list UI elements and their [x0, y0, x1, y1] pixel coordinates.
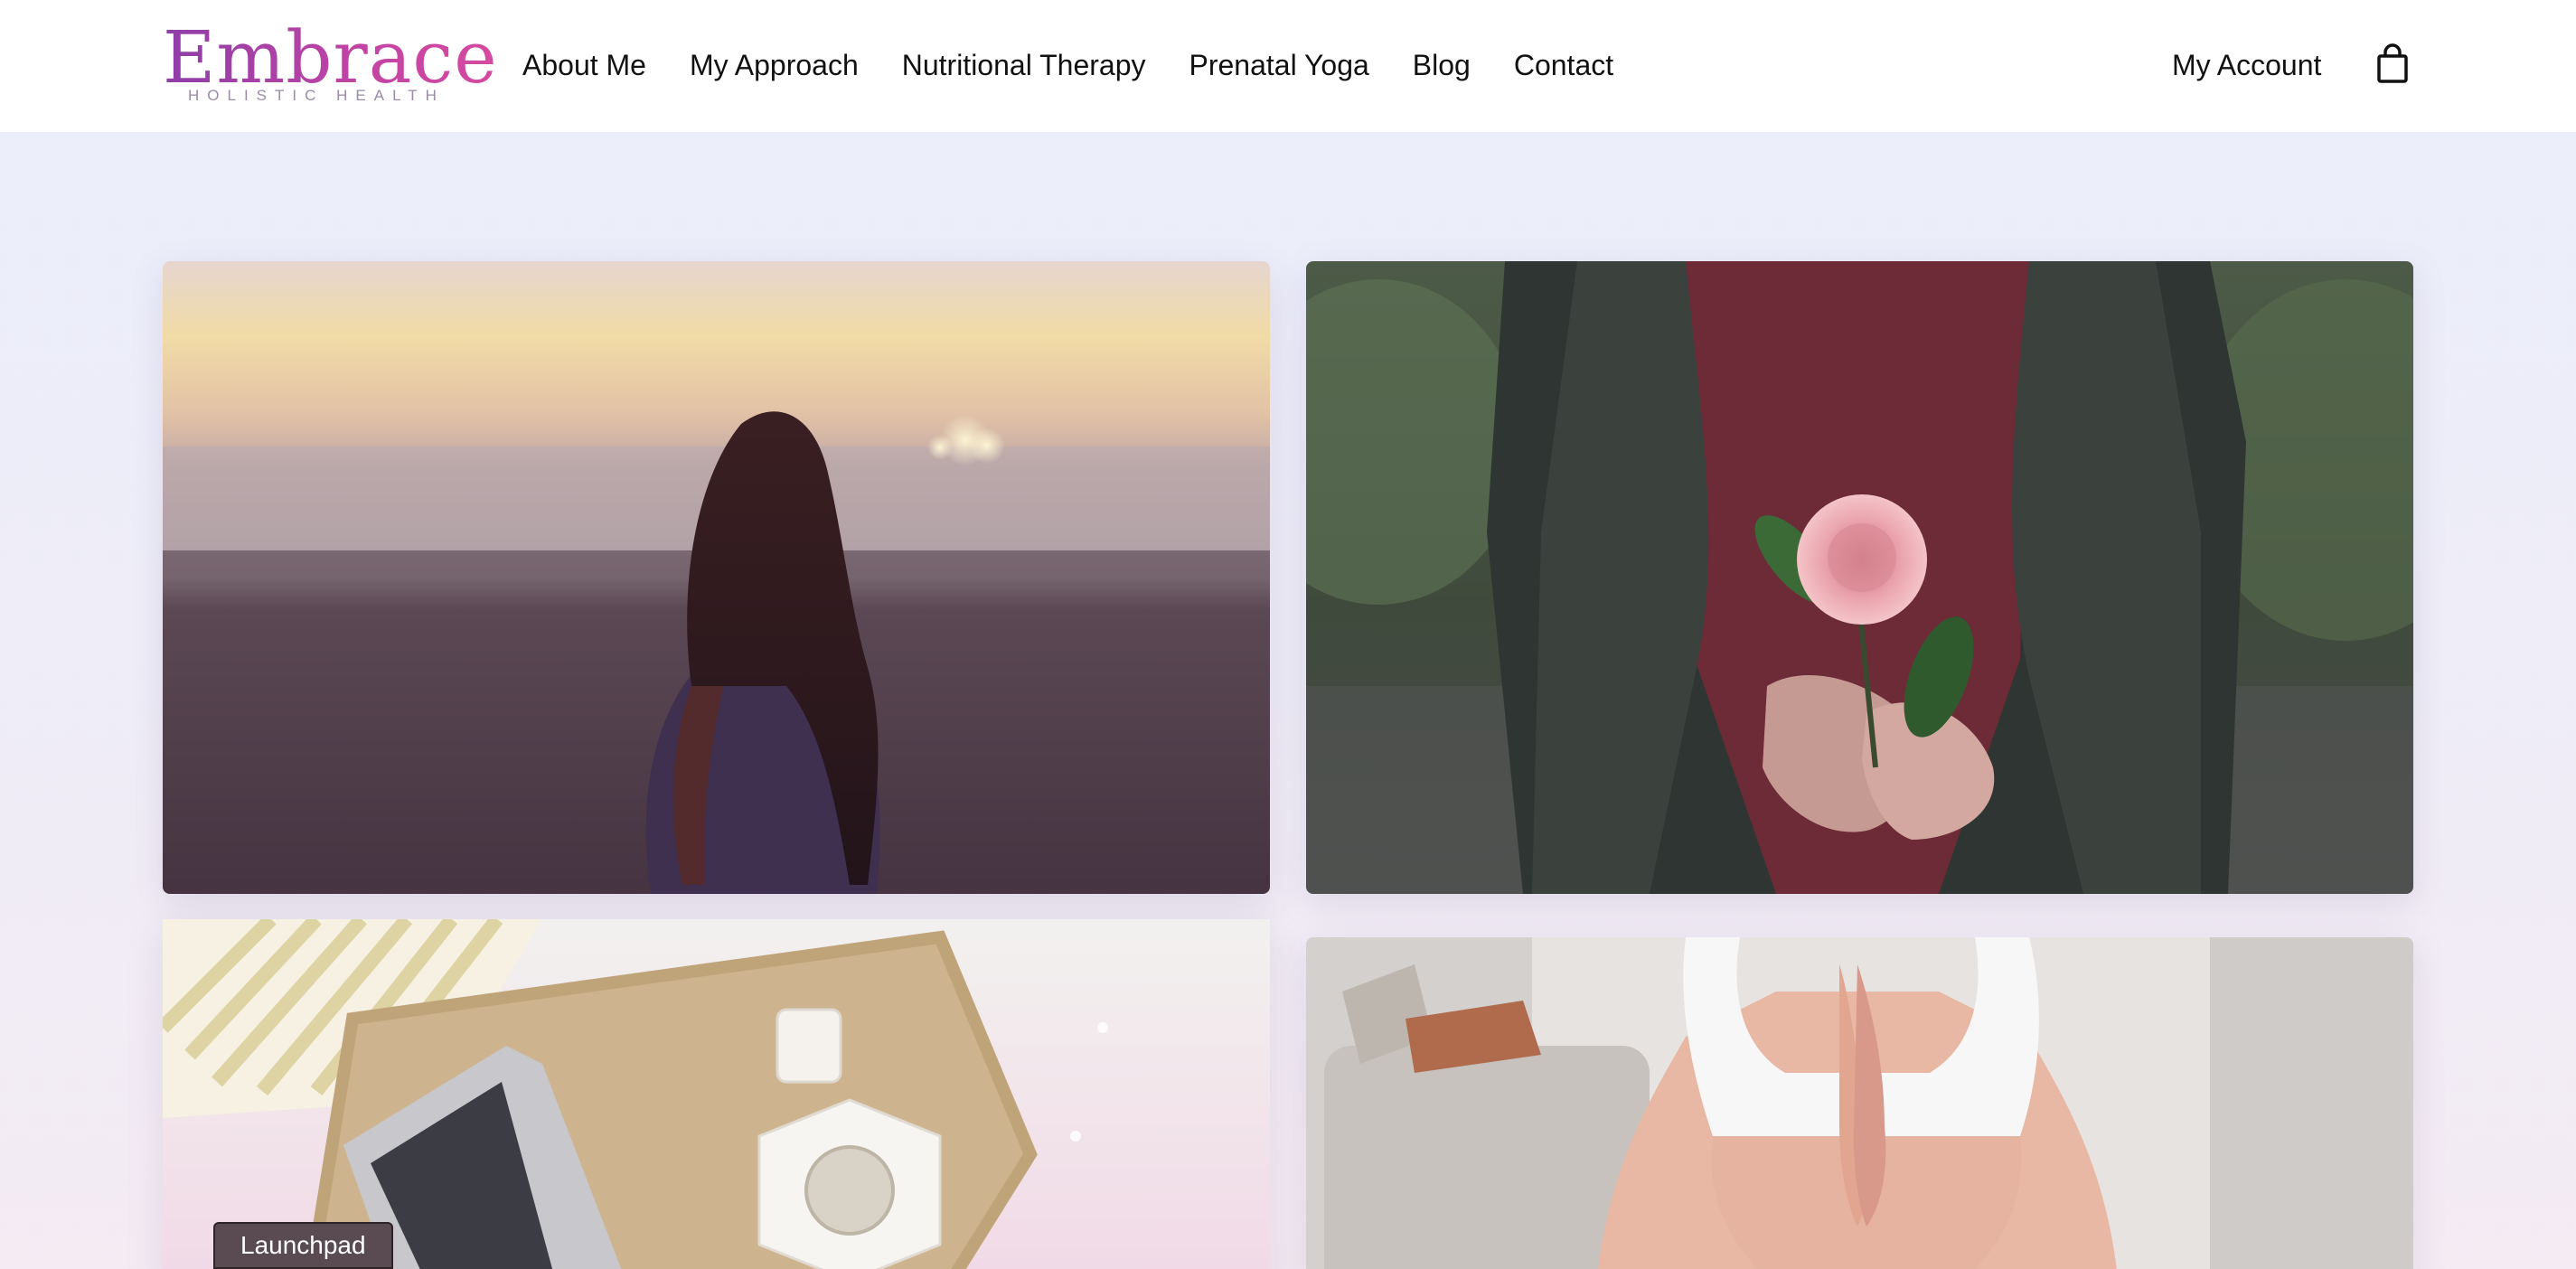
brand-name: Embrace	[163, 15, 498, 99]
my-account-link[interactable]: My Account	[2172, 45, 2321, 85]
main-nav: About Me My Approach Nutritional Therapy…	[522, 45, 1613, 85]
nav-contact[interactable]: Contact	[1514, 49, 1613, 82]
prenatal-yoga-image	[1306, 937, 2413, 1269]
nav-my-approach[interactable]: My Approach	[690, 49, 859, 82]
beach-sunset-image	[163, 261, 1270, 894]
card-image-laptop-tray[interactable]	[163, 919, 1270, 1269]
site-header: Embrace HOLISTIC HEALTH About Me My Appr…	[0, 0, 2576, 132]
camellia-image	[1306, 261, 2413, 894]
brand-tagline: HOLISTIC HEALTH	[188, 87, 445, 104]
nav-prenatal-yoga[interactable]: Prenatal Yoga	[1189, 49, 1369, 82]
nav-blog[interactable]: Blog	[1413, 49, 1471, 82]
launchpad-button[interactable]: Launchpad	[213, 1222, 393, 1269]
brand-logo[interactable]: Embrace HOLISTIC HEALTH	[163, 20, 497, 110]
card-image-prenatal-yoga[interactable]	[1306, 937, 2413, 1269]
card-image-beach-sunset[interactable]	[163, 261, 1270, 894]
laptop-tray-image	[163, 919, 1270, 1269]
shopping-bag-icon[interactable]	[2375, 43, 2410, 83]
nav-about-me[interactable]: About Me	[522, 49, 646, 82]
card-image-camellia[interactable]	[1306, 261, 2413, 894]
nav-nutritional-therapy[interactable]: Nutritional Therapy	[902, 49, 1146, 82]
